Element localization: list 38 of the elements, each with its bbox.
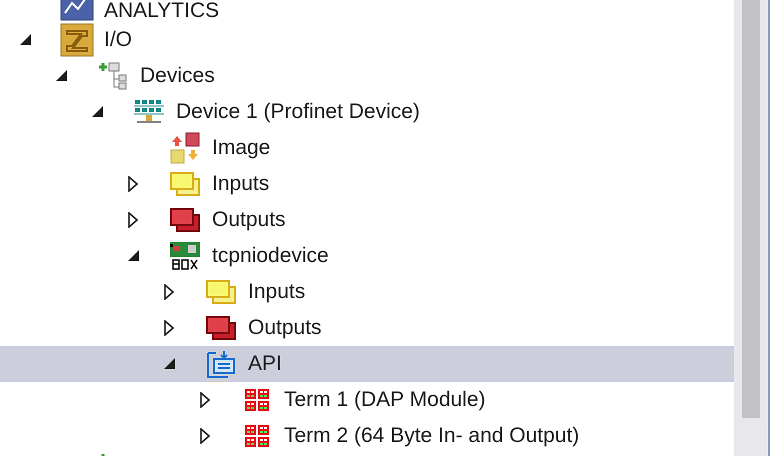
- expanded-arrow-icon[interactable]: [128, 250, 140, 262]
- terminal-grid-icon: [244, 388, 270, 412]
- expanded-arrow-icon[interactable]: [92, 106, 104, 118]
- tree-item-label: Inputs: [212, 173, 270, 195]
- expanded-arrow-icon[interactable]: [20, 34, 32, 46]
- tree-item[interactable]: API: [0, 346, 734, 382]
- expanded-arrow-icon[interactable]: [164, 358, 176, 370]
- tree-item-label: Image: [212, 137, 270, 159]
- tree-item-label: API: [248, 353, 282, 375]
- stacked-squares-icon: [169, 207, 201, 233]
- tree-item-label: Term 1 (DAP Module): [284, 389, 486, 411]
- collapsed-arrow-icon[interactable]: [200, 392, 210, 408]
- tree-item-label: Inputs: [248, 281, 306, 303]
- tree-item-label: Outputs: [248, 317, 322, 339]
- tree-item-label: ANALYTICS: [104, 0, 220, 22]
- collapsed-arrow-icon[interactable]: [128, 212, 138, 228]
- stacked-squares-icon: [205, 315, 237, 341]
- collapsed-arrow-icon[interactable]: [128, 176, 138, 192]
- collapsed-arrow-icon[interactable]: [164, 320, 174, 336]
- device-tree-icon: [97, 61, 129, 91]
- document-download-icon: [206, 349, 236, 379]
- tree-item-label: Term 2 (64 Byte In- and Output): [284, 425, 580, 447]
- tree-item-label: I/O: [104, 29, 132, 51]
- terminal-grid-icon: [244, 424, 270, 448]
- collapsed-arrow-icon[interactable]: [164, 284, 174, 300]
- tree-item-label: Devices: [140, 65, 215, 87]
- stacked-squares-icon: [205, 279, 237, 305]
- scrollbar-thumb[interactable]: [742, 0, 760, 418]
- tree-item-label: Device 1 (Profinet Device): [176, 101, 420, 123]
- network-device-icon: [133, 99, 165, 125]
- tree-item-label: tcpniodevice: [212, 245, 329, 267]
- stacked-squares-icon: [169, 171, 201, 197]
- collapsed-arrow-icon[interactable]: [200, 428, 210, 444]
- image-process-icon: [169, 132, 201, 164]
- io-tile-icon: [60, 23, 94, 57]
- expanded-arrow-icon[interactable]: [56, 70, 68, 82]
- tree-item-label: Outputs: [212, 209, 286, 231]
- box-module-icon: [169, 241, 201, 271]
